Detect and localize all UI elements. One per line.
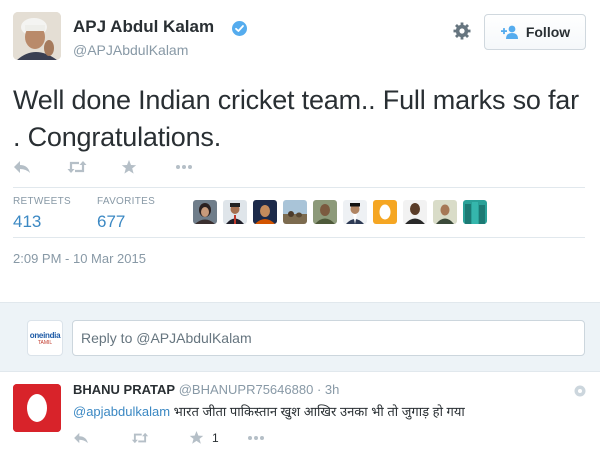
- reply-more-icon[interactable]: [573, 384, 587, 398]
- favoriter-avatar[interactable]: [193, 200, 217, 224]
- reply-actions: 1: [73, 430, 305, 445]
- favoriter-avatar[interactable]: [283, 200, 307, 224]
- reply-author-handle[interactable]: @BHANUPR75646880: [179, 382, 314, 397]
- favoriter-avatar[interactable]: [253, 200, 277, 224]
- favoriter-avatar[interactable]: [223, 200, 247, 224]
- reply-header: BHANU PRATAP @BHANUPR75646880 · 3h: [73, 382, 339, 397]
- reply-input[interactable]: Reply to @APJAbdulKalam: [72, 320, 585, 356]
- verified-badge-icon: [232, 21, 247, 36]
- favoriter-avatar[interactable]: [343, 200, 367, 224]
- gear-icon[interactable]: [452, 21, 472, 41]
- reply-separator: ·: [316, 382, 322, 397]
- retweet-icon[interactable]: [67, 157, 121, 177]
- retweets-label: RETWEETS: [13, 196, 71, 207]
- more-dots-icon[interactable]: [175, 157, 229, 177]
- reply-user-avatar: oneindia TAMIL: [27, 320, 63, 356]
- reply-body: भारत जीता पाकिस्तान खुश आखिर उनका भी तो …: [170, 404, 465, 419]
- reply-author-avatar[interactable]: [13, 384, 61, 432]
- favorites-label: FAVORITES: [97, 196, 156, 207]
- reply-text: @apjabdulkalam भारत जीता पाकिस्तान खुश आ…: [73, 402, 465, 420]
- favorites-stat[interactable]: FAVORITES 677: [97, 196, 155, 232]
- follow-button[interactable]: Follow: [484, 14, 586, 50]
- favorites-count: 677: [97, 212, 126, 231]
- reply-favorite-count: 1: [212, 430, 219, 445]
- reply-favorite-icon[interactable]: 1: [189, 430, 247, 445]
- favoriter-avatar[interactable]: [313, 200, 337, 224]
- retweets-stat[interactable]: RETWEETS 413: [13, 196, 71, 232]
- reply-time[interactable]: 3h: [325, 382, 339, 397]
- author-handle[interactable]: @APJAbdulKalam: [73, 42, 188, 58]
- favoriter-avatar[interactable]: [433, 200, 457, 224]
- reply-reply-icon[interactable]: [73, 432, 131, 444]
- reply-mention-link[interactable]: @apjabdulkalam: [73, 404, 170, 419]
- tweet-actions: [13, 156, 229, 178]
- reply-retweet-icon[interactable]: [131, 432, 189, 444]
- favorite-star-icon[interactable]: [121, 157, 175, 177]
- divider: [13, 187, 585, 188]
- favoriter-avatar[interactable]: [463, 200, 487, 224]
- tweet-timestamp[interactable]: 2:09 PM - 10 Mar 2015: [13, 251, 146, 266]
- favoriter-avatar[interactable]: [373, 200, 397, 224]
- divider: [13, 237, 585, 238]
- reply-author-name[interactable]: BHANU PRATAP: [73, 382, 175, 397]
- logo-text: oneindia: [29, 330, 61, 340]
- tweet-text: Well done Indian cricket team.. Full mar…: [13, 85, 579, 152]
- reply-more-dots-icon[interactable]: [247, 435, 305, 441]
- favoriter-avatar[interactable]: [403, 200, 427, 224]
- favoriters-avatars: [193, 200, 487, 224]
- author-name[interactable]: APJ Abdul Kalam: [73, 17, 214, 37]
- retweets-count: 413: [13, 212, 42, 231]
- author-avatar[interactable]: [13, 12, 61, 60]
- follow-person-icon: [500, 25, 520, 39]
- follow-label: Follow: [525, 24, 571, 40]
- logo-subtext: TAMIL: [37, 339, 53, 346]
- reply-icon[interactable]: [13, 157, 67, 177]
